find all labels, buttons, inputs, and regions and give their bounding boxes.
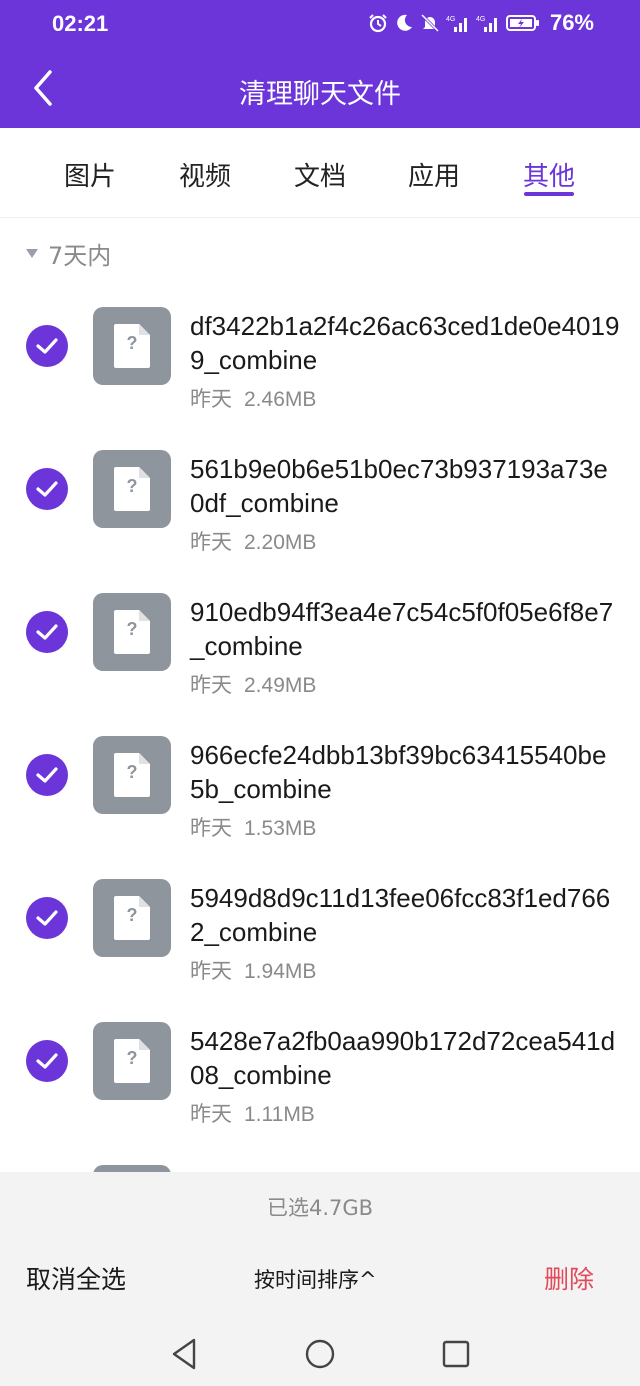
file-size: 2.20MB — [244, 531, 317, 554]
section-header-7days[interactable]: 7天内 — [26, 236, 111, 271]
check-icon — [36, 481, 58, 497]
unknown-file-icon: ? — [93, 1022, 171, 1100]
file-date: 昨天 — [190, 816, 232, 840]
file-row[interactable]: ? 561b9e0b6e51b0ec73b937193a73e0df_combi… — [0, 450, 640, 593]
unknown-file-icon: ? — [93, 307, 171, 385]
unknown-file-icon — [93, 1165, 171, 1172]
selected-size: 已选4.7GB — [266, 1196, 374, 1220]
sort-by-time-button[interactable]: 按时间排序^ — [254, 1264, 377, 1294]
file-name: 966ecfe24dbb13bf39bc63415540be5b_combine — [190, 740, 607, 804]
file-date: 昨天 — [190, 387, 232, 411]
checkbox-checked[interactable] — [26, 1040, 68, 1082]
file-name: 561b9e0b6e51b0ec73b937193a73e0df_combine — [190, 454, 608, 518]
triangle-back-icon — [172, 1338, 196, 1370]
tab-other[interactable]: 其他 — [509, 156, 589, 193]
check-icon — [36, 767, 58, 783]
file-row[interactable]: ? 5949d8d9c11d13fee06fcc83f1ed7662_combi… — [0, 879, 640, 1022]
signal-icon: 4G — [446, 16, 467, 32]
check-icon — [36, 624, 58, 640]
signal-icon-2: 4G — [476, 16, 497, 32]
alarm-icon — [369, 14, 387, 33]
unknown-file-icon: ? — [93, 879, 171, 957]
tab-videos[interactable]: 视频 — [165, 156, 245, 193]
file-row[interactable]: ? df3422b1a2f4c26ac63ced1de0e40199_combi… — [0, 307, 640, 450]
check-icon — [36, 1053, 58, 1069]
page-title: 清理聊天文件 — [239, 79, 401, 110]
file-date: 昨天 — [190, 673, 232, 697]
bottom-action-panel: 已选4.7GB 取消全选 按时间排序^ 删除 — [0, 1172, 640, 1386]
file-meta: 昨天 2.46MB — [190, 383, 316, 413]
file-name: 5428e7a2fb0aa990b172d72cea541d08_combine — [190, 1026, 616, 1090]
file-meta: 昨天 1.94MB — [190, 955, 316, 985]
file-date: 昨天 — [190, 959, 232, 983]
file-size: 1.94MB — [244, 960, 317, 983]
file-meta: 昨天 1.11MB — [190, 1098, 315, 1128]
check-icon — [36, 910, 58, 926]
svg-text:4G: 4G — [476, 16, 485, 23]
tab-apps[interactable]: 应用 — [394, 156, 474, 193]
section-label: 7天内 — [48, 242, 112, 270]
square-recent-icon — [442, 1340, 470, 1368]
status-bar: 02:21 4G 4G 76% — [0, 0, 640, 50]
checkbox-checked[interactable] — [26, 897, 68, 939]
checkbox-checked[interactable] — [26, 468, 68, 510]
status-time: 02:21 — [52, 11, 109, 36]
collapse-triangle-icon — [26, 249, 38, 258]
file-name: 910edb94ff3ea4e7c54c5f0f05e6f8e7_combine — [190, 597, 614, 661]
file-date: 昨天 — [190, 1102, 232, 1126]
battery-charging-icon — [505, 15, 539, 31]
checkbox-checked[interactable] — [26, 754, 68, 796]
unknown-file-icon: ? — [93, 593, 171, 671]
file-row-partial[interactable] — [0, 1165, 640, 1172]
unknown-file-icon: ? — [93, 450, 171, 528]
file-date: 昨天 — [190, 530, 232, 554]
file-row[interactable]: ? 5428e7a2fb0aa990b172d72cea541d08_combi… — [0, 1022, 640, 1165]
circle-home-icon — [305, 1339, 335, 1369]
file-name: df3422b1a2f4c26ac63ced1de0e40199_combine — [190, 311, 620, 375]
unknown-file-icon: ? — [93, 736, 171, 814]
tab-documents[interactable]: 文档 — [280, 156, 360, 193]
file-row[interactable]: ? 966ecfe24dbb13bf39bc63415540be5b_combi… — [0, 736, 640, 879]
tab-images[interactable]: 图片 — [50, 156, 130, 193]
nav-recent-button[interactable] — [435, 1334, 475, 1374]
status-icons: 4G 4G 76% — [368, 10, 594, 36]
mute-bell-icon — [420, 13, 440, 33]
battery-percent: 76% — [549, 10, 594, 35]
file-row[interactable]: ? 910edb94ff3ea4e7c54c5f0f05e6f8e7_combi… — [0, 593, 640, 736]
file-size: 2.46MB — [244, 388, 317, 411]
file-meta: 昨天 2.49MB — [190, 669, 316, 699]
active-tab-indicator — [524, 192, 574, 196]
checkbox-checked[interactable] — [26, 611, 68, 653]
app-header: 02:21 4G 4G 76% 清理聊天文件 — [0, 0, 640, 128]
check-icon — [36, 338, 58, 354]
nav-back-button[interactable] — [166, 1334, 206, 1374]
moon-icon — [397, 14, 412, 31]
checkbox-checked[interactable] — [26, 325, 68, 367]
file-size: 2.49MB — [244, 674, 317, 697]
deselect-all-button[interactable]: 取消全选 — [26, 1260, 126, 1296]
svg-text:4G: 4G — [446, 16, 455, 23]
nav-home-button[interactable] — [300, 1334, 340, 1374]
file-size: 1.11MB — [244, 1103, 315, 1126]
title-bar: 清理聊天文件 — [0, 50, 640, 128]
category-tabs: 图片 视频 文档 应用 其他 — [0, 128, 640, 218]
file-meta: 昨天 2.20MB — [190, 526, 316, 556]
file-name: 5949d8d9c11d13fee06fcc83f1ed7662_combine — [190, 883, 611, 947]
delete-button[interactable]: 删除 — [544, 1260, 594, 1296]
file-size: 1.53MB — [244, 817, 317, 840]
file-meta: 昨天 1.53MB — [190, 812, 316, 842]
